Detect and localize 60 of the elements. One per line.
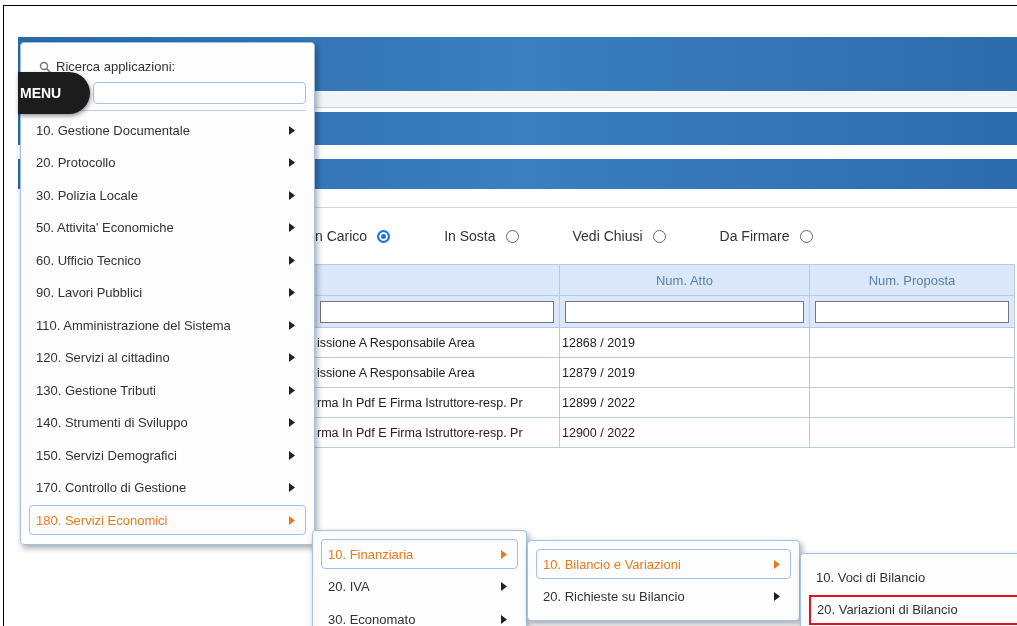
submenu-arrow-icon xyxy=(289,190,295,200)
menu-item[interactable]: 10. Gestione Documentale xyxy=(29,115,306,145)
menu-item[interactable]: 20. Protocollo xyxy=(29,147,306,178)
submenu-arrow-icon xyxy=(289,418,295,427)
radio-option[interactable]: Vedi Chiusi xyxy=(572,228,666,244)
table-cell: rma In Pdf E Firma Istruttore-resp. Pr xyxy=(315,418,560,448)
menu-item[interactable]: 130. Gestione Tributi xyxy=(29,375,306,405)
radio-option[interactable]: n Carico xyxy=(315,228,391,244)
menu-item[interactable]: 20. Richieste su Bilancio xyxy=(536,581,791,612)
menu-item[interactable]: 50. Attivita' Economiche xyxy=(29,212,306,243)
menu-item[interactable]: 30. Economato xyxy=(321,604,518,626)
search-icon xyxy=(39,60,51,73)
filter-field[interactable] xyxy=(815,300,1009,323)
menu-badge[interactable]: MENU xyxy=(18,72,90,114)
submenu-arrow-icon xyxy=(774,592,780,601)
menu-item[interactable]: 60. Ufficio Tecnico xyxy=(29,245,306,275)
search-label: Ricerca applicazioni: xyxy=(56,59,176,74)
menu-item[interactable]: 170. Controllo di Gestione xyxy=(29,472,306,503)
table-cell: 12879 / 2019 xyxy=(560,358,810,388)
submenu-arrow-icon xyxy=(289,353,295,362)
menu-item[interactable]: 140. Strumenti di Sviluppo xyxy=(29,407,306,438)
submenu-arrow-icon xyxy=(289,223,295,232)
table-cell: 12900 / 2022 xyxy=(560,418,810,448)
menu-item[interactable]: 30. Polizia Locale xyxy=(29,180,306,210)
column-header: Num. Atto xyxy=(560,265,810,296)
submenu-arrow-icon xyxy=(289,450,295,460)
menu-item[interactable]: 20. IVA xyxy=(321,571,518,602)
menu-item[interactable]: 110. Amministrazione del Sistema xyxy=(29,310,306,340)
menu-item[interactable]: 150. Servizi Demografici xyxy=(29,440,306,470)
search-field[interactable] xyxy=(93,82,306,104)
submenu-arrow-icon xyxy=(289,320,295,330)
menu-item[interactable]: 10. Voci di Bilancio xyxy=(809,562,1017,592)
radio-option[interactable]: In Sosta xyxy=(444,228,519,244)
table-cell: issione A Responsabile Area xyxy=(315,328,560,358)
menu-item[interactable]: 90. Lavori Pubblici xyxy=(29,277,306,308)
table-cell: 12868 / 2019 xyxy=(560,328,810,358)
table-cell: rma In Pdf E Firma Istruttore-resp. Pr xyxy=(315,388,560,418)
filter-field[interactable] xyxy=(565,300,804,323)
column-header: Num. Proposta xyxy=(810,265,1015,296)
filter-field[interactable] xyxy=(320,300,554,323)
menu-item[interactable]: 120. Servizi al cittadino xyxy=(29,342,306,373)
submenu-arrow-icon xyxy=(501,582,507,591)
submenu-arrow-icon xyxy=(289,125,295,135)
submenu-arrow-icon xyxy=(289,288,295,297)
submenu-arrow-icon xyxy=(501,614,507,624)
menu-item[interactable]: 20. Variazioni di Bilancio xyxy=(809,594,1017,625)
submenu-arrow-icon xyxy=(289,385,295,395)
submenu-arrow-icon xyxy=(289,255,295,265)
table-cell: 12899 / 2022 xyxy=(560,388,810,418)
submenu-arrow-icon xyxy=(289,515,295,525)
radio-button[interactable] xyxy=(799,229,813,243)
table-cell: issione A Responsabile Area xyxy=(315,358,560,388)
radio-option[interactable]: Da Firmare xyxy=(719,228,813,244)
submenu-arrow-icon xyxy=(289,158,295,167)
radio-button[interactable] xyxy=(505,229,519,243)
submenu-arrow-icon xyxy=(774,559,780,569)
radio-button[interactable] xyxy=(652,229,666,243)
submenu-arrow-icon xyxy=(289,483,295,492)
radio-button[interactable] xyxy=(377,229,391,243)
submenu-arrow-icon xyxy=(501,549,507,559)
